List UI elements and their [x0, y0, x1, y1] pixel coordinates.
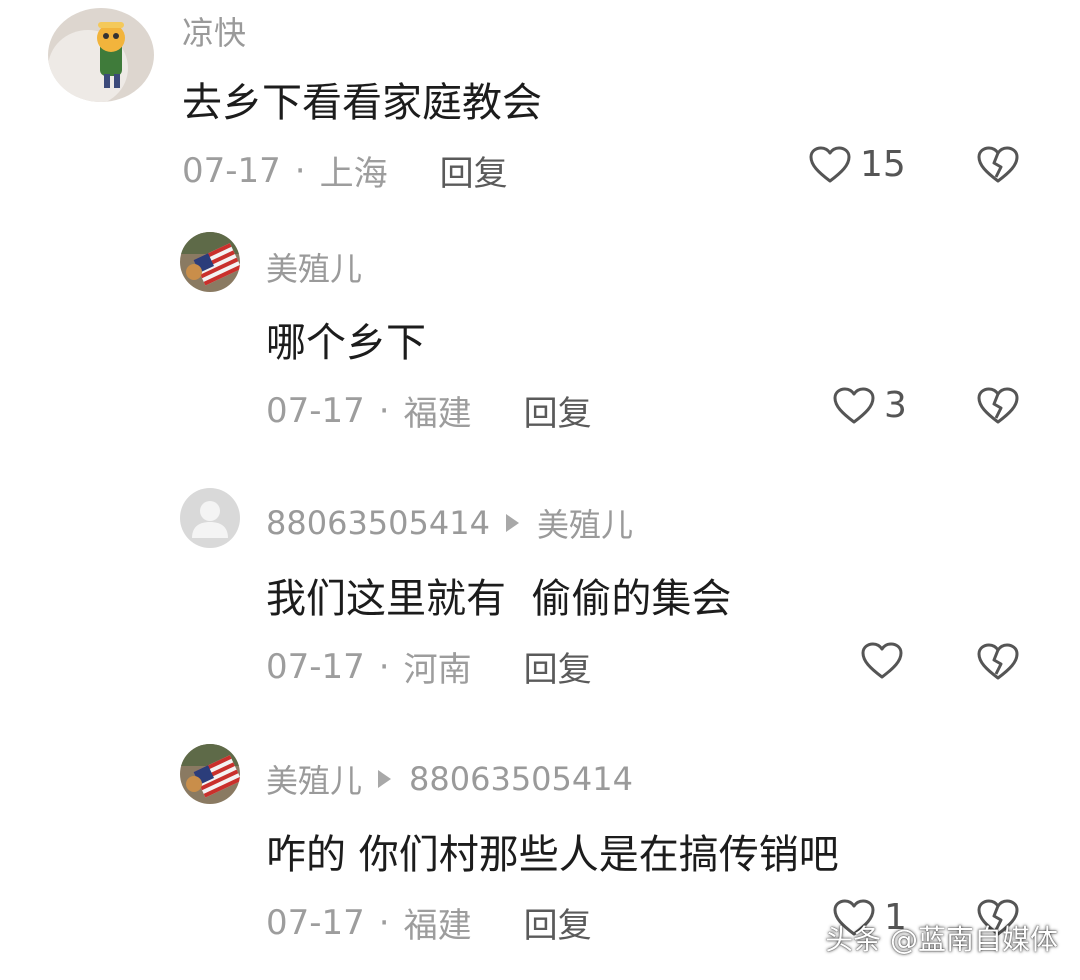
heart-icon — [861, 642, 903, 679]
default-user-avatar-icon — [180, 488, 240, 548]
username[interactable]: 美殖儿 — [266, 244, 362, 290]
comment-meta: 07-17 · 河南 回复 — [266, 642, 592, 691]
heart-icon — [833, 387, 875, 423]
like-button[interactable] — [860, 641, 912, 681]
flag-avatar-icon — [180, 744, 240, 804]
reply-button[interactable]: 回复 — [440, 146, 508, 195]
separator: · — [378, 646, 390, 687]
broken-heart-icon — [977, 146, 1019, 183]
reply-to-username[interactable]: 美殖儿 — [537, 500, 633, 546]
username-text[interactable]: 88063505414 — [266, 504, 490, 542]
username-text[interactable]: 凉快 — [182, 8, 246, 54]
comment-date: 07-17 — [182, 150, 281, 191]
comment-3: 88063505414 美殖儿 我们这里就有 偷偷的集会 07-17 · 河南 … — [0, 484, 1080, 704]
like-count: 15 — [860, 144, 906, 185]
comment-text: 我们这里就有 偷偷的集会 — [266, 576, 732, 622]
comment-text: 哪个乡下 — [266, 320, 426, 366]
avatar[interactable] — [180, 488, 240, 548]
separator: · — [294, 150, 306, 191]
comment-meta: 07-17 · 福建 回复 — [266, 898, 592, 947]
comment-location: 福建 — [403, 394, 472, 434]
username-text[interactable]: 美殖儿 — [266, 756, 362, 802]
reply-button[interactable]: 回复 — [524, 898, 592, 947]
comment-text: 咋的 你们村那些人是在搞传销吧 — [266, 832, 839, 878]
reply-arrow-icon — [505, 514, 519, 532]
reply-arrow-icon — [378, 770, 392, 788]
avatar[interactable] — [180, 744, 240, 804]
reply-button[interactable]: 回复 — [524, 642, 592, 691]
broken-heart-icon — [977, 643, 1019, 680]
comment-1: 凉快 去乡下看看家庭教会 07-17 · 上海 回复 15 — [0, 0, 1080, 220]
dislike-button[interactable] — [976, 386, 1020, 430]
like-count: 3 — [884, 385, 907, 426]
flag-avatar-icon — [180, 232, 240, 292]
separator: · — [378, 390, 390, 431]
avatar[interactable] — [48, 8, 154, 102]
username[interactable]: 88063505414 美殖儿 — [266, 500, 633, 546]
username[interactable]: 凉快 — [182, 8, 246, 54]
comment-date: 07-17 — [266, 902, 365, 943]
dislike-button[interactable] — [976, 642, 1020, 686]
reply-button[interactable]: 回复 — [524, 386, 592, 435]
comment-location: 河南 — [403, 650, 472, 690]
comment-2: 美殖儿 哪个乡下 07-17 · 福建 回复 3 — [0, 228, 1080, 448]
comment-location: 福建 — [403, 906, 472, 946]
username-text[interactable]: 美殖儿 — [266, 244, 362, 290]
comment-meta: 07-17 · 福建 回复 — [266, 386, 592, 435]
broken-heart-icon — [977, 387, 1019, 424]
cartoon-figure-avatar-icon — [48, 8, 154, 102]
dislike-button[interactable] — [976, 145, 1020, 189]
comment-location: 上海 — [319, 154, 388, 194]
comment-meta: 07-17 · 上海 回复 — [182, 146, 508, 195]
heart-icon — [809, 146, 851, 182]
avatar[interactable] — [180, 232, 240, 292]
reply-to-username[interactable]: 88063505414 — [409, 760, 633, 798]
like-button[interactable]: 15 — [808, 144, 906, 185]
comment-date: 07-17 — [266, 390, 365, 431]
watermark: 头条 @蓝南自媒体 — [825, 923, 1058, 956]
separator: · — [378, 902, 390, 943]
comment-date: 07-17 — [266, 646, 365, 687]
comment-text: 去乡下看看家庭教会 — [182, 80, 542, 126]
like-button[interactable]: 3 — [832, 385, 907, 426]
username[interactable]: 美殖儿 88063505414 — [266, 756, 633, 802]
